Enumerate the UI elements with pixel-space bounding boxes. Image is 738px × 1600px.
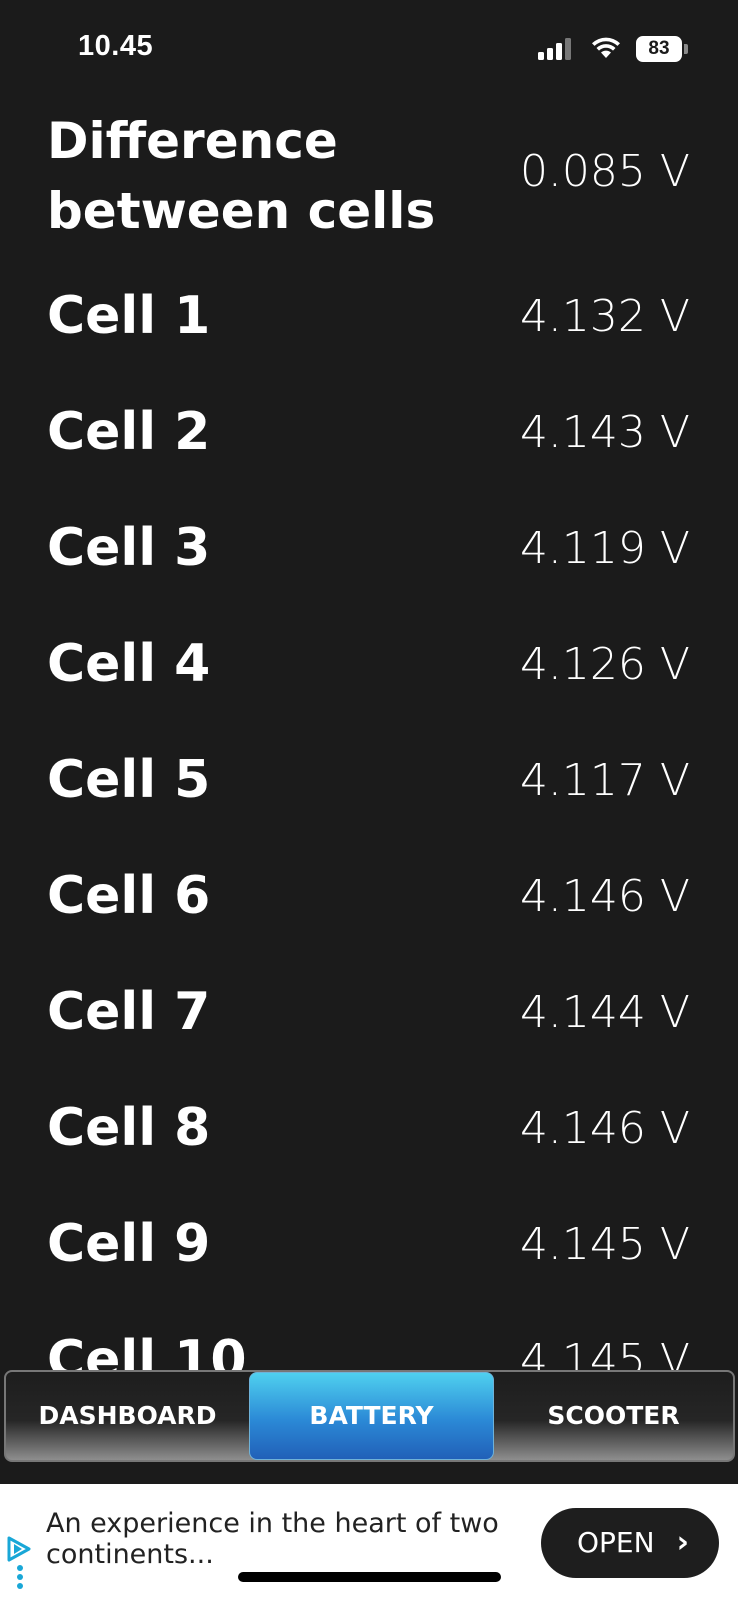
wifi-icon [592, 37, 620, 58]
cell-difference-row: Difference between cells 0.085 V [0, 100, 738, 260]
cell-label: Cell 9 [47, 1214, 211, 1274]
signal-icon [538, 38, 576, 60]
cell-label: Cell 5 [47, 750, 211, 810]
tab-dashboard[interactable]: DASHBOARD [6, 1372, 249, 1460]
ad-choices-icon[interactable] [5, 1532, 35, 1592]
cell-value: 4.146 V [519, 1103, 690, 1154]
cell-label: Cell 2 [47, 402, 211, 462]
cell-value: 4.146 V [519, 871, 690, 922]
battery-icon: 83 [636, 36, 688, 62]
chevron-right-icon: › [676, 1525, 689, 1560]
cell-value: 4.117 V [519, 755, 690, 806]
ad-open-label: OPEN [577, 1526, 655, 1559]
tab-battery[interactable]: BATTERY [249, 1372, 494, 1460]
bottom-tab-bar: DASHBOARD BATTERY SCOOTER [4, 1370, 735, 1462]
status-bar: 10.45 83 [0, 0, 738, 100]
cell-value: 4.143 V [519, 407, 690, 458]
cell-value: 4.132 V [519, 291, 690, 342]
cell-difference-value: 0.085 V [519, 146, 690, 197]
ad-banner[interactable]: An experience in the heart of two contin… [0, 1484, 738, 1600]
status-time: 10.45 [78, 30, 154, 62]
cell-label: Cell 7 [47, 982, 211, 1042]
cell-value: 4.145 V [519, 1335, 690, 1370]
home-indicator [238, 1572, 501, 1582]
cell-label: Cell 6 [47, 866, 211, 926]
ad-text[interactable]: An experience in the heart of two contin… [46, 1508, 516, 1570]
cell-label: Cell 1 [47, 286, 211, 346]
cell-value: 4.144 V [519, 987, 690, 1038]
cell-value: 4.126 V [519, 639, 690, 690]
cell-difference-label: Difference between cells [47, 112, 436, 240]
cell-value: 4.119 V [519, 523, 690, 574]
cell-label: Cell 10 [47, 1330, 247, 1370]
cell-label: Cell 8 [47, 1098, 211, 1158]
battery-level: 83 [648, 38, 670, 59]
tab-scooter[interactable]: SCOOTER [494, 1372, 733, 1460]
ad-open-button[interactable]: OPEN › [541, 1508, 719, 1578]
cell-voltage-list[interactable]: Difference between cells 0.085 V Cell 1 … [0, 100, 738, 1370]
cell-label: Cell 3 [47, 518, 211, 578]
cell-label: Cell 4 [47, 634, 211, 694]
cell-value: 4.145 V [519, 1219, 690, 1270]
